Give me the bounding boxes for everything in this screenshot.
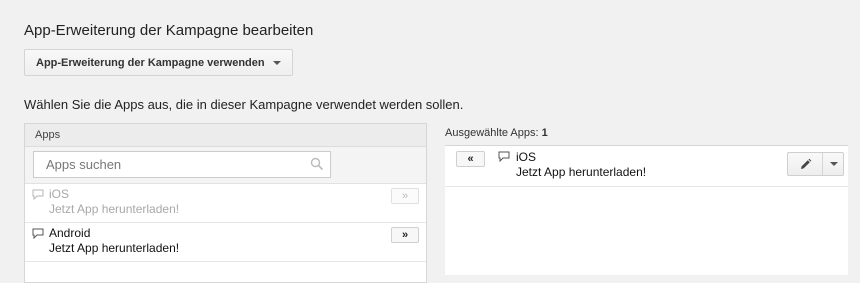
chevron-down-icon [272, 60, 281, 65]
remove-app-button[interactable]: « [456, 151, 485, 167]
app-name: iOS [49, 187, 70, 201]
app-description: Jetzt App herunterladen! [49, 202, 180, 216]
search-input[interactable] [33, 151, 331, 178]
selected-apps-label-text: Ausgewählte Apps: [445, 127, 539, 139]
search-icon [310, 157, 324, 171]
available-app-row-ios: iOS Jetzt App herunterladen! » [25, 184, 426, 223]
edit-button[interactable] [788, 153, 823, 175]
speech-bubble-icon [32, 228, 44, 239]
instruction-text: Wählen Sie die Apps aus, die in dieser K… [24, 97, 464, 112]
app-description: Jetzt App herunterladen! [516, 165, 647, 179]
available-apps-header: Apps [25, 124, 426, 147]
dropdown-label: App-Erweiterung der Kampagne verwenden [36, 56, 265, 69]
speech-bubble-icon [32, 189, 44, 200]
search-bar [25, 147, 426, 184]
app-name: Android [49, 226, 91, 240]
available-apps-panel: Apps iOS Jetzt App herunterladen! » Andr… [24, 123, 427, 283]
add-app-button[interactable]: » [391, 227, 419, 243]
available-app-row-android: Android Jetzt App herunterladen! » [25, 223, 426, 262]
pencil-icon [800, 158, 811, 169]
selected-apps-count: 1 [541, 127, 548, 139]
page-title: App-Erweiterung der Kampagne bearbeiten [24, 22, 314, 39]
app-name: iOS [516, 150, 537, 164]
chevron-down-icon [830, 162, 838, 166]
speech-bubble-icon [498, 151, 510, 162]
use-extension-dropdown[interactable]: App-Erweiterung der Kampagne verwenden [24, 49, 293, 76]
selected-apps-label: Ausgewählte Apps: 1 [445, 127, 548, 139]
add-app-button[interactable]: » [391, 188, 419, 204]
selected-app-row-ios: « iOS Jetzt App herunterladen! [445, 146, 848, 187]
edit-menu-button[interactable] [823, 153, 843, 175]
app-description: Jetzt App herunterladen! [49, 241, 180, 255]
edit-split-button [787, 152, 844, 176]
selected-apps-panel: « iOS Jetzt App herunterladen! [445, 145, 848, 275]
